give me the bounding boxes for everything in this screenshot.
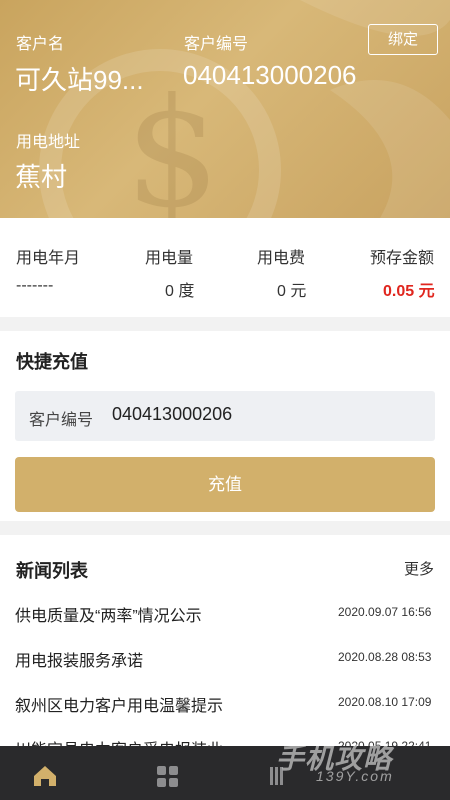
- news-item-date: 2020.09.07 16:56: [338, 605, 432, 619]
- news-item-title: 用电报装服务承诺: [15, 653, 144, 670]
- tab-services[interactable]: [123, 746, 213, 800]
- news-item-title: 叙州区电力客户用电温馨提示: [15, 698, 224, 715]
- stat-value-month: -------: [16, 277, 54, 294]
- news-title: 新闻列表: [16, 561, 88, 581]
- stat-label-fee: 用电费: [257, 250, 306, 267]
- tab-home[interactable]: [0, 746, 90, 800]
- stat-value-fee: 0 元: [277, 283, 307, 300]
- bind-button[interactable]: 绑定: [368, 24, 438, 55]
- more-link[interactable]: 更多: [404, 558, 434, 579]
- stat-value-usage: 0 度: [165, 283, 195, 300]
- news-item[interactable]: 用电报装服务承诺 2020.08.28 08:53: [0, 647, 450, 692]
- usage-stats: 用电年月 用电量 用电费 预存金额 ------- 0 度 0 元 0.05 元: [0, 218, 450, 317]
- address-value: 蕉村: [15, 162, 68, 192]
- news-item-date: 2020.08.28 08:53: [338, 650, 432, 664]
- quick-recharge-panel: 快捷充值 客户编号 040413000206 充值: [0, 331, 450, 521]
- watermark: 手机攻略 139Y.com: [276, 735, 446, 790]
- stat-value-balance: 0.05 元: [383, 283, 435, 300]
- recharge-title: 快捷充值: [16, 352, 88, 372]
- customer-name: 可久站99...: [15, 65, 144, 95]
- customer-id-field-label: 客户编号: [29, 412, 94, 429]
- stat-label-balance: 预存金额: [370, 250, 435, 267]
- customer-id: 040413000206: [183, 60, 357, 90]
- recharge-button[interactable]: 充值: [15, 457, 435, 512]
- news-item[interactable]: 叙州区电力客户用电温馨提示 2020.08.10 17:09: [0, 692, 450, 737]
- grid-icon: [157, 766, 178, 787]
- stat-label-usage: 用电量: [145, 250, 194, 267]
- news-item-title: 供电质量及“两率”情况公示: [15, 608, 202, 625]
- customer-id-field[interactable]: 客户编号 040413000206: [15, 391, 435, 441]
- news-item[interactable]: 供电质量及“两率”情况公示 2020.09.07 16:56: [0, 602, 450, 647]
- address-label: 用电地址: [16, 134, 81, 151]
- home-icon: [34, 766, 56, 786]
- news-item-date: 2020.08.10 17:09: [338, 695, 432, 709]
- stat-label-month: 用电年月: [16, 250, 81, 267]
- account-header: $ 客户名 可久站99... 客户编号 040413000206 绑定 用电地址…: [0, 0, 450, 218]
- customer-id-label: 客户编号: [184, 36, 249, 53]
- customer-name-label: 客户名: [16, 36, 65, 53]
- watermark-url: 139Y.com: [316, 768, 394, 784]
- customer-id-input[interactable]: 040413000206: [112, 404, 232, 425]
